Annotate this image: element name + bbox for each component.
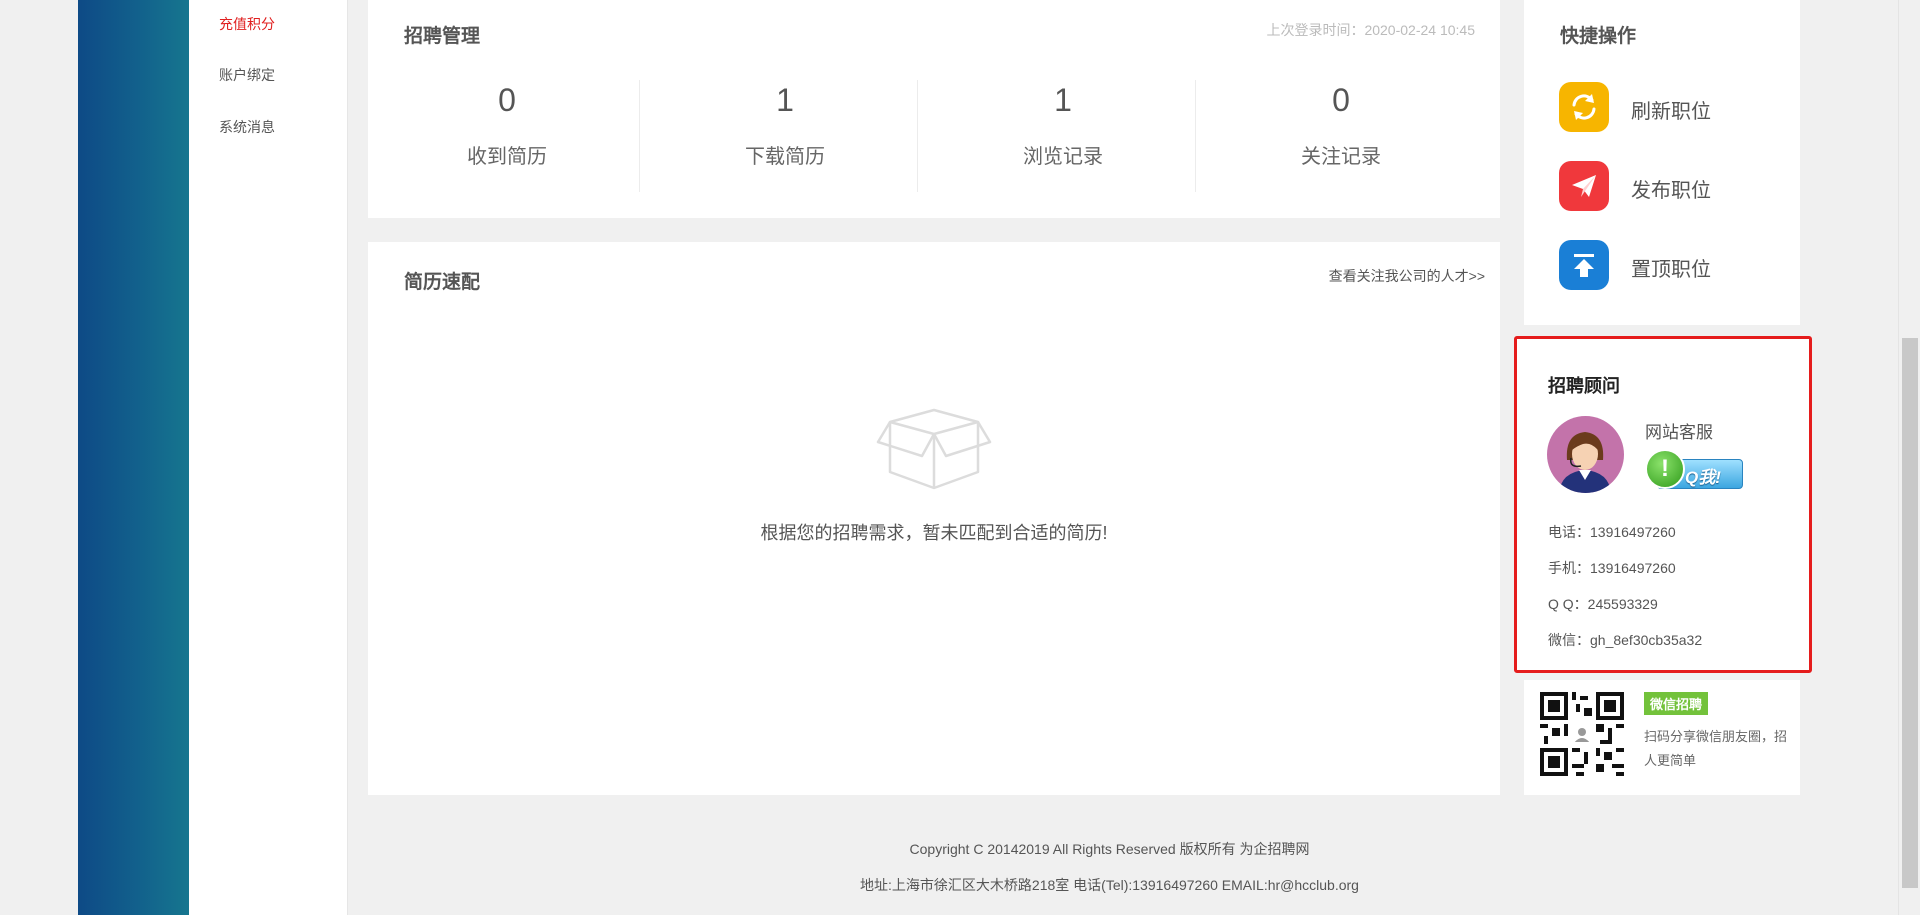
avatar — [1547, 416, 1624, 493]
wechat-recruit-badge: 微信招聘 — [1644, 692, 1709, 715]
stat-value: 0 — [1332, 82, 1350, 118]
recruit-consultant-card: 招聘顾问 网站客服 ! Q我! 电话：13916497260 手机：139164… — [1514, 336, 1812, 673]
footer-address: 地址:上海市徐汇区大木桥路218室 电话(Tel):13916497260 EM… — [860, 877, 1359, 893]
consultant-title: 招聘顾问 — [1548, 376, 1620, 396]
paper-plane-icon — [1559, 161, 1609, 211]
page-scrollbar[interactable] — [1898, 0, 1920, 915]
empty-result-text: 根据您的招聘需求，暂未匹配到合适的简历! — [760, 523, 1108, 543]
contact-value: 13916497260 — [1590, 524, 1676, 540]
quick-actions-title: 快捷操作 — [1560, 26, 1637, 47]
contact-label: 手机： — [1548, 560, 1590, 576]
refresh-icon — [1559, 82, 1609, 132]
contact-wechat: 微信：gh_8ef30cb35a32 — [1548, 630, 1702, 650]
stat-value: 1 — [1054, 82, 1072, 118]
left-navigation-rail — [78, 0, 189, 915]
quick-actions-panel: 快捷操作 刷新职位 发布职位 置顶职位 — [1524, 0, 1800, 325]
contact-value: 245593329 — [1587, 596, 1658, 612]
stat-received-resumes[interactable]: 0 收到简历 — [368, 60, 646, 195]
contact-value: 13916497260 — [1590, 560, 1676, 576]
refresh-job-button[interactable]: 刷新职位 — [1559, 82, 1759, 132]
stat-label: 下载简历 — [745, 146, 825, 168]
qr-code-icon[interactable] — [1540, 692, 1624, 776]
footer-copyright: Copyright C 20142019 All Rights Reserved… — [909, 841, 1310, 857]
stat-label: 关注记录 — [1301, 146, 1381, 168]
refresh-job-label: 刷新职位 — [1631, 101, 1711, 123]
contact-label: Q Q： — [1548, 596, 1588, 612]
qq-button-label: Q我! — [1685, 468, 1721, 487]
service-name: 网站客服 — [1645, 423, 1713, 442]
arrow-up-top-icon — [1559, 240, 1609, 290]
stat-value: 0 — [498, 82, 516, 118]
publish-job-label: 发布职位 — [1631, 180, 1711, 202]
account-submenu: 充值积分 账户绑定 系统消息 — [189, 0, 348, 915]
contact-value: gh_8ef30cb35a32 — [1590, 632, 1703, 648]
empty-box-icon — [876, 408, 992, 490]
contact-qq: Q Q：245593329 — [1548, 594, 1658, 614]
resume-match-title: 简历速配 — [404, 272, 481, 293]
qq-exclamation-icon: ! — [1645, 449, 1685, 489]
stat-browse-records[interactable]: 1 浏览记录 — [924, 60, 1202, 195]
last-login-time: 上次登录时间：2020-02-24 10:45 — [1266, 22, 1475, 38]
publish-job-button[interactable]: 发布职位 — [1559, 161, 1759, 211]
qq-chat-button[interactable]: ! Q我! — [1645, 449, 1745, 493]
stat-label: 收到简历 — [467, 146, 547, 168]
stat-label: 浏览记录 — [1023, 146, 1103, 168]
resume-match-panel: 简历速配 查看关注我公司的人才>> 根据您的招聘需求，暂未匹配到合适的简历! — [368, 242, 1500, 795]
submenu-item-recharge-points[interactable]: 充值积分 — [219, 14, 275, 34]
submenu-item-system-messages[interactable]: 系统消息 — [219, 117, 275, 137]
stat-follow-records[interactable]: 0 关注记录 — [1202, 60, 1480, 195]
contact-phone: 电话：13916497260 — [1548, 522, 1676, 542]
contact-label: 微信： — [1548, 632, 1590, 648]
wechat-share-tip: 扫码分享微信朋友圈，招人更简单 — [1644, 729, 1788, 768]
recruit-management-title: 招聘管理 — [404, 26, 481, 47]
divider — [1195, 80, 1196, 192]
scrollbar-thumb[interactable] — [1902, 338, 1918, 888]
submenu-item-account-binding[interactable]: 账户绑定 — [219, 65, 275, 85]
wechat-recruit-panel: 微信招聘 扫码分享微信朋友圈，招人更简单 — [1524, 680, 1800, 795]
view-followers-link[interactable]: 查看关注我公司的人才>> — [1329, 266, 1485, 286]
top-job-label: 置顶职位 — [1631, 259, 1711, 281]
top-job-button[interactable]: 置顶职位 — [1559, 240, 1759, 290]
contact-mobile: 手机：13916497260 — [1548, 558, 1676, 578]
contact-label: 电话： — [1548, 524, 1590, 540]
stat-downloaded-resumes[interactable]: 1 下载简历 — [646, 60, 924, 195]
stat-value: 1 — [776, 82, 794, 118]
recruit-management-panel: 招聘管理 上次登录时间：2020-02-24 10:45 0 收到简历 1 下载… — [368, 0, 1500, 218]
divider — [917, 80, 918, 192]
divider — [639, 80, 640, 192]
